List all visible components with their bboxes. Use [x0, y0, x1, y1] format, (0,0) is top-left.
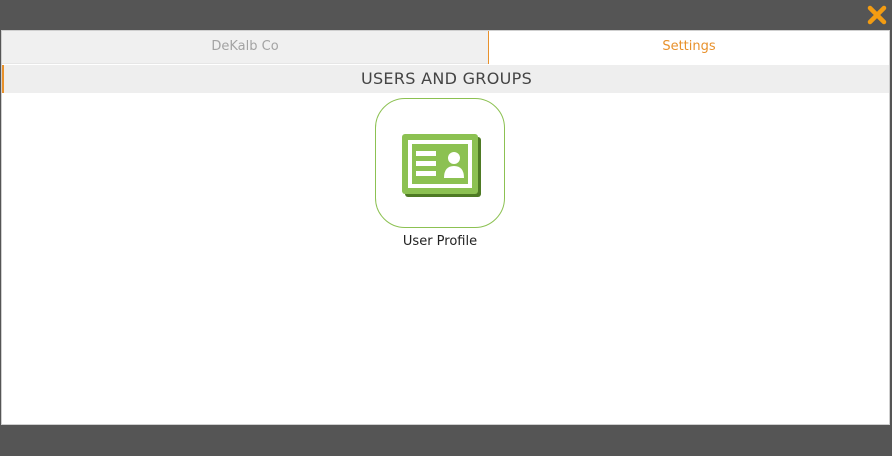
settings-panel: DeKalb Co Settings USERS AND GROUPS User… [1, 30, 890, 425]
user-profile-label[interactable]: User Profile [340, 234, 540, 249]
close-x-icon [867, 5, 887, 25]
id-card-icon [402, 134, 484, 204]
window-title-bar [0, 0, 892, 30]
tab-company[interactable]: DeKalb Co [2, 31, 488, 64]
section-title: USERS AND GROUPS [2, 65, 889, 93]
tab-bar: DeKalb Co Settings [2, 31, 889, 65]
tab-settings[interactable]: Settings [488, 31, 889, 64]
close-button[interactable] [866, 4, 888, 26]
user-profile-tile[interactable] [375, 98, 505, 228]
